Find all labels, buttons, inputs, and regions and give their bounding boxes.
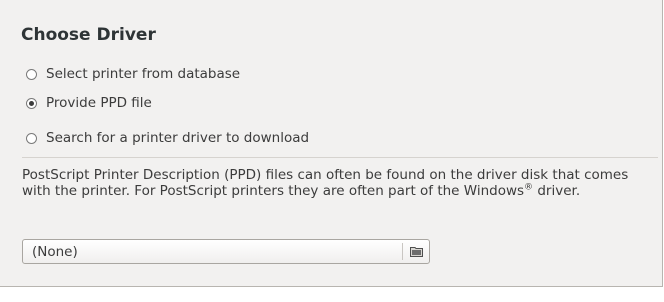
separator xyxy=(22,157,658,158)
radio-label: Search for a printer driver to download xyxy=(46,130,310,146)
radio-label: Provide PPD file xyxy=(46,95,152,111)
choose-driver-panel: Choose Driver Select printer from databa… xyxy=(0,0,663,287)
ppd-file-chooser-button[interactable]: (None) xyxy=(22,239,430,264)
section-title: Choose Driver xyxy=(21,25,156,45)
radio-button-unchecked[interactable] xyxy=(26,132,37,144)
radio-select-from-database[interactable]: Select printer from database xyxy=(26,64,240,84)
radio-search-driver-download[interactable]: Search for a printer driver to download xyxy=(26,128,309,148)
description-suffix: driver. xyxy=(533,183,581,199)
radio-provide-ppd-file[interactable]: Provide PPD file xyxy=(26,93,152,113)
file-chooser-value: (None) xyxy=(32,243,78,260)
radio-label: Select printer from database xyxy=(46,66,241,82)
radio-button-checked[interactable] xyxy=(26,97,37,109)
radio-button-unchecked[interactable] xyxy=(26,68,37,80)
registered-mark: ® xyxy=(524,182,534,193)
ppd-description: PostScript Printer Description (PPD) fil… xyxy=(22,167,658,199)
folder-icon[interactable] xyxy=(403,240,429,263)
